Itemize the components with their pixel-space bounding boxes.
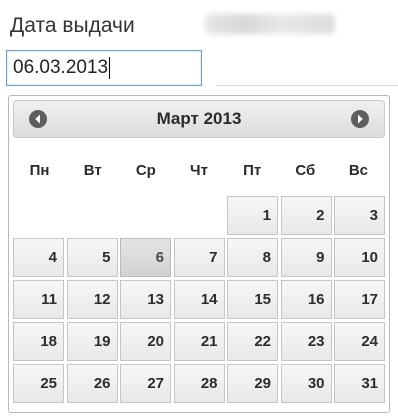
empty-day-cell bbox=[67, 196, 118, 235]
day-cell[interactable]: 4 bbox=[13, 238, 64, 277]
adjacent-field-border bbox=[216, 85, 398, 86]
day-cell[interactable]: 28 bbox=[173, 364, 225, 403]
day-cell[interactable]: 25 bbox=[13, 364, 64, 403]
weekday-label: Ср bbox=[135, 162, 156, 179]
weekday-header-row: Пн Вт Ср Чт Пт Сб Вс bbox=[13, 162, 385, 184]
day-cell[interactable]: 23 bbox=[280, 322, 332, 361]
date-value: 06.03.2013 bbox=[13, 57, 109, 78]
day-cell[interactable]: 14 bbox=[173, 280, 225, 319]
day-cell[interactable]: 9 bbox=[280, 238, 332, 277]
day-cell[interactable]: 20 bbox=[120, 322, 171, 361]
day-cell-selected[interactable]: 6 bbox=[120, 238, 171, 277]
weekday-label: Вс bbox=[348, 162, 368, 179]
day-cell[interactable]: 27 bbox=[120, 364, 171, 403]
blurred-text bbox=[205, 14, 335, 34]
day-cell[interactable]: 22 bbox=[227, 322, 278, 361]
day-cell[interactable]: 7 bbox=[173, 238, 225, 277]
weekday-label: Пт bbox=[243, 162, 262, 179]
day-cell[interactable]: 13 bbox=[120, 280, 171, 319]
weekday-label: Чт bbox=[190, 162, 208, 179]
text-caret bbox=[109, 56, 111, 79]
day-cell[interactable]: 30 bbox=[280, 364, 332, 403]
empty-day-cell bbox=[13, 196, 64, 235]
chevron-right-icon[interactable] bbox=[351, 110, 369, 128]
day-cell[interactable]: 2 bbox=[280, 196, 332, 235]
day-cell[interactable]: 16 bbox=[280, 280, 332, 319]
weekday-label: Вт bbox=[83, 162, 102, 179]
day-cell[interactable]: 29 bbox=[227, 364, 278, 403]
day-cell[interactable]: 15 bbox=[227, 280, 278, 319]
day-cell[interactable]: 3 bbox=[334, 196, 385, 235]
day-cell[interactable]: 31 bbox=[334, 364, 385, 403]
day-cell[interactable]: 8 bbox=[227, 238, 278, 277]
datepicker-header: Март 2013 bbox=[13, 100, 385, 138]
day-cell[interactable]: 5 bbox=[66, 238, 118, 277]
empty-day-cell bbox=[174, 196, 225, 235]
date-of-issue-label: Дата выдачи bbox=[10, 14, 135, 37]
day-cell[interactable]: 1 bbox=[227, 196, 278, 235]
weekday-label: Сб bbox=[295, 162, 316, 179]
day-cell[interactable]: 21 bbox=[173, 322, 225, 361]
day-grid: 1 2 3 4 5 6 7 8 9 10 11 12 13 14 15 16 17 18 19 20 21 22 23 24 2… bbox=[13, 196, 385, 406]
day-cell[interactable]: 19 bbox=[66, 322, 118, 361]
month-title: Март 2013 bbox=[156, 109, 242, 128]
day-cell[interactable]: 11 bbox=[13, 280, 64, 319]
date-of-issue-input[interactable]: 06.03.2013 bbox=[6, 50, 202, 86]
datepicker-popup: Март 2013 Пн Вт Ср Чт Пт Сб Вс 123456789… bbox=[8, 95, 390, 413]
empty-day-cell bbox=[120, 196, 171, 235]
day-cell[interactable]: 12 bbox=[66, 280, 118, 319]
weekday-label: Пн bbox=[29, 162, 50, 179]
day-cell[interactable]: 24 bbox=[334, 322, 385, 361]
day-cell[interactable]: 17 bbox=[334, 280, 385, 319]
day-cell[interactable]: 10 bbox=[334, 238, 385, 277]
day-cell[interactable]: 18 bbox=[13, 322, 64, 361]
day-cell[interactable]: 26 bbox=[66, 364, 118, 403]
